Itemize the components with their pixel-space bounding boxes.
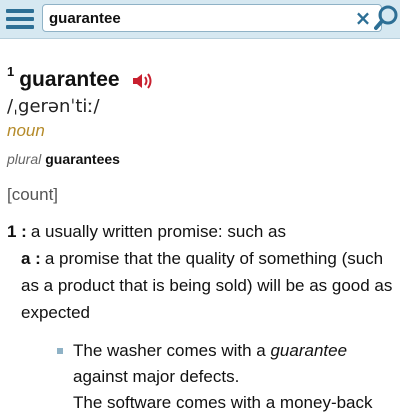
example-text: The software comes with a money-back: [73, 393, 373, 412]
menu-bar-line: [6, 9, 34, 13]
magnifier-icon[interactable]: [374, 4, 400, 32]
sense-1: 1 :a usually written promise: such as: [7, 218, 400, 245]
example-sentence: The software comes with a money-back: [73, 390, 383, 416]
entry-content: 1 guarantee /ˌgerənˈtiː/ noun plural guar…: [7, 62, 400, 416]
hamburger-icon[interactable]: [6, 5, 34, 33]
homograph-number: 1: [7, 64, 15, 79]
headword: guarantee: [19, 68, 120, 91]
bullet-icon: [57, 348, 63, 354]
pronunciation: /ˌgerənˈtiː/: [7, 96, 100, 117]
search-box: ×: [42, 4, 382, 32]
subsense-text: a promise that the quality of something …: [21, 249, 393, 322]
search-input[interactable]: [49, 5, 339, 31]
plural-label: plural: [7, 151, 42, 167]
plural-form: guarantees: [45, 151, 120, 167]
subsense-letter: a :: [21, 249, 41, 268]
example-text-after: against major defects.: [73, 367, 240, 386]
example-sentence: The washer comes with a guarantee agains…: [57, 338, 383, 390]
sense-text: a usually written promise: such as: [30, 222, 286, 241]
grammar-label: [count]: [7, 185, 59, 204]
top-bar: ×: [0, 0, 400, 39]
sense-number: 1 :: [7, 222, 27, 241]
speaker-icon[interactable]: [132, 72, 154, 90]
example-text-before: The washer comes with a: [73, 341, 271, 360]
subsense-a: a :a promise that the quality of somethi…: [21, 245, 400, 326]
clear-icon[interactable]: ×: [353, 8, 373, 28]
menu-bar-line: [6, 17, 34, 21]
example-emphasis: guarantee: [270, 341, 348, 360]
plural-info: plural guarantees: [7, 151, 400, 173]
headword-row: 1 guarantee: [7, 62, 400, 92]
part-of-speech: noun: [7, 121, 45, 140]
menu-bar-line: [6, 25, 34, 29]
